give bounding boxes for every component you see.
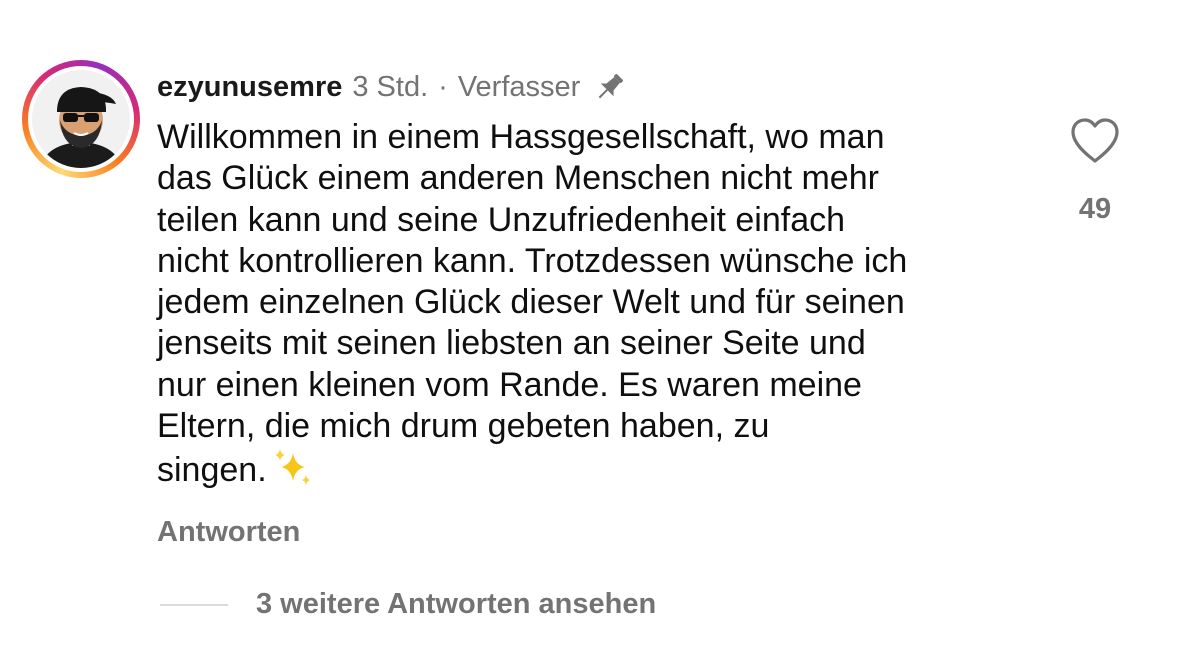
username-link[interactable]: ezyunusemre — [157, 71, 342, 104]
view-more-replies-label[interactable]: 3 weitere Antworten ansehen — [256, 588, 656, 621]
author-label: Verfasser — [457, 70, 581, 103]
avatar[interactable] — [32, 70, 130, 168]
like-count[interactable]: 49 — [1079, 193, 1111, 226]
replies-divider — [160, 603, 228, 606]
avatar-cartoon-icon — [32, 70, 130, 168]
sparkles-icon — [271, 447, 313, 487]
comment: ezyunusemre 3 Std. · Verfasser Willkomme… — [0, 0, 1179, 667]
like-area: 49 — [1064, 117, 1126, 226]
comment-time: 3 Std. — [352, 70, 429, 103]
comment-text: Willkommen in einem Hassgesellschaft, wo… — [157, 117, 1017, 492]
avatar-story-ring[interactable] — [22, 60, 140, 178]
pin-icon — [592, 69, 628, 105]
heart-icon[interactable] — [1069, 117, 1121, 165]
comment-body: Willkommen in einem Hassgesellschaft, wo… — [157, 118, 908, 490]
reply-button[interactable]: Antworten — [157, 516, 300, 549]
view-more-replies[interactable]: 3 weitere Antworten ansehen — [160, 588, 656, 621]
meta-separator: · — [438, 70, 448, 103]
comment-header: ezyunusemre 3 Std. · Verfasser — [157, 67, 628, 107]
